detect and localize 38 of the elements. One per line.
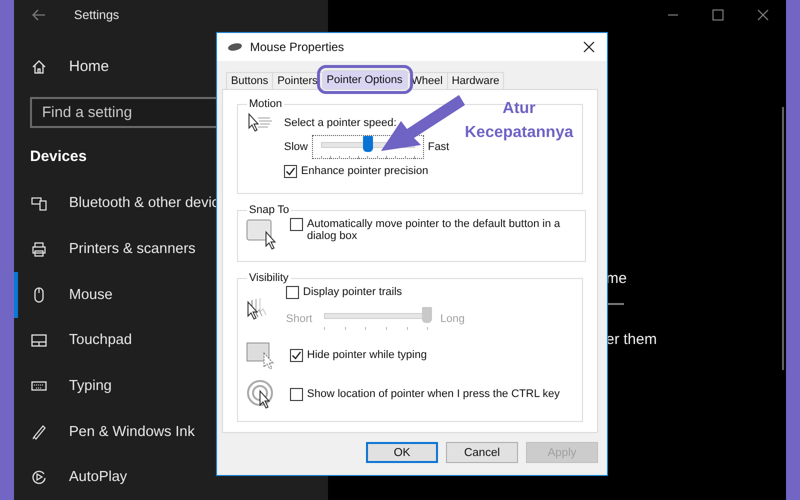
group-title: Motion: [248, 98, 284, 110]
close-icon[interactable]: [583, 41, 595, 53]
home-icon: [31, 58, 47, 75]
tab[interactable]: Hardware: [446, 72, 504, 89]
group-title: Visibility: [248, 272, 290, 284]
sidebar-item[interactable]: AutoPlay: [14, 454, 328, 500]
tab[interactable]: Buttons: [226, 72, 274, 89]
window-title: Settings: [74, 8, 120, 22]
autoplay-icon: [31, 469, 47, 486]
close-icon[interactable]: [757, 9, 769, 21]
checkmark-icon: [291, 350, 302, 360]
scrollbar[interactable]: [782, 107, 784, 370]
home-link[interactable]: Home: [69, 58, 110, 76]
checkbox[interactable]: Enhance pointer precision: [284, 165, 450, 178]
checkbox[interactable]: Automatically move pointer to the default button in a dialog box: [290, 218, 577, 242]
group-title: Snap To: [248, 204, 290, 216]
back-arrow-icon[interactable]: [32, 8, 46, 21]
section-heading: Devices: [30, 148, 87, 165]
dialog-title: Mouse Properties: [250, 40, 344, 54]
tab[interactable]: Pointers: [272, 72, 323, 89]
fast-label: Fast: [428, 141, 450, 153]
dialog-button[interactable]: OK: [366, 442, 438, 463]
checkmark-icon: [285, 166, 296, 177]
tab[interactable]: Wheel: [406, 72, 448, 89]
printer-icon: [31, 241, 47, 258]
slow-label: Slow: [284, 141, 308, 153]
touchpad-icon: [31, 332, 47, 348]
sidebar-item[interactable]: Pen & Windows Ink: [14, 408, 328, 454]
checkbox[interactable]: Hide pointer while typing: [290, 348, 427, 362]
checkbox[interactable]: Show location of pointer when I press the CTRL key: [290, 388, 560, 400]
short-label: Short: [286, 313, 312, 325]
keyboard-device-icon: [31, 195, 47, 212]
dialog-button[interactable]: Cancel: [446, 442, 518, 463]
annotation-text: Atur Kecepatannya: [464, 99, 574, 143]
maximize-icon[interactable]: [712, 9, 724, 21]
long-label: Long: [440, 313, 465, 325]
mouse-icon: [227, 42, 243, 52]
pen-icon: [31, 424, 47, 440]
